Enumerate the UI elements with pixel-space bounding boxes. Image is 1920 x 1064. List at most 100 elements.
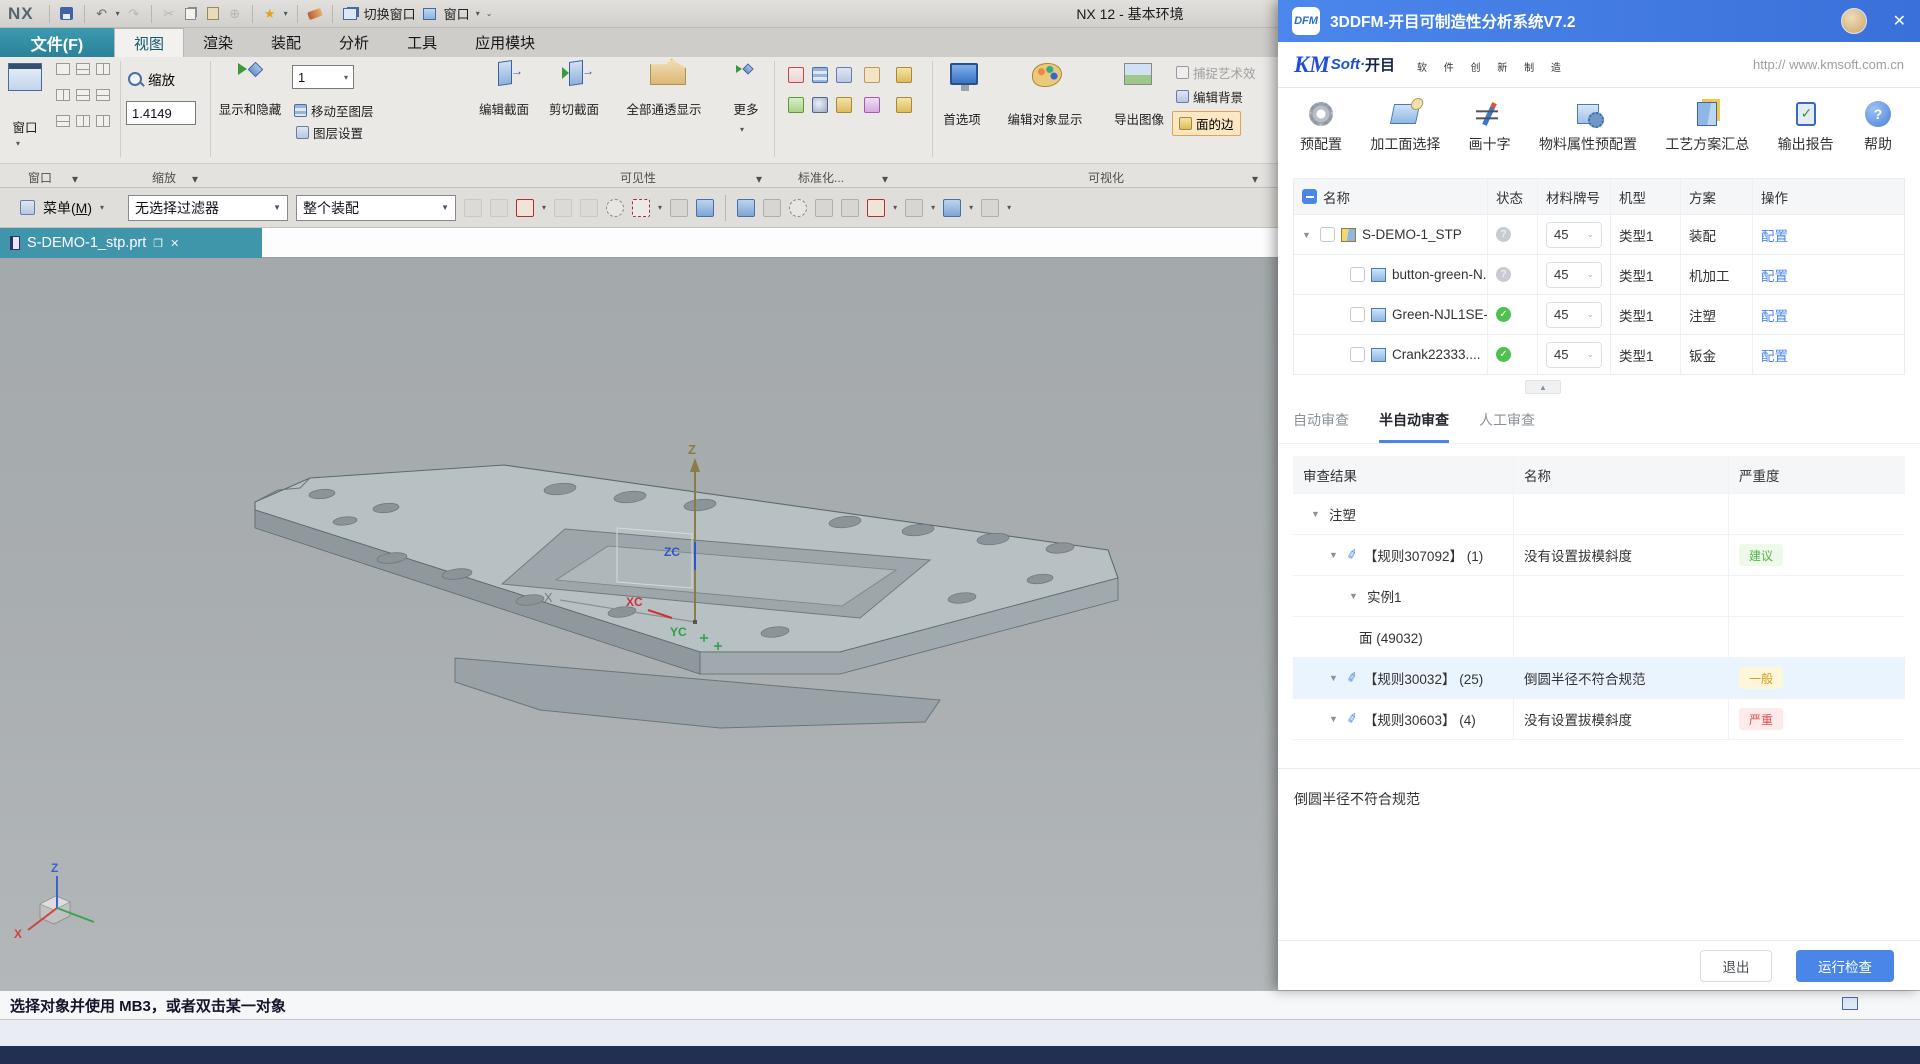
component-group-icon[interactable] (896, 97, 912, 113)
tool-output-report[interactable]: 输出报告 (1778, 99, 1834, 154)
window-layout-button[interactable] (8, 63, 42, 91)
snap-caret-icon[interactable]: ▾ (542, 203, 546, 212)
show-hide-button[interactable]: 显示和隐藏 (208, 99, 292, 118)
save-icon[interactable] (59, 6, 75, 22)
expand-caret-icon[interactable]: ▼ (1349, 591, 1361, 601)
edit-section-button[interactable]: 编辑截面 (470, 99, 538, 118)
group-window-caret-icon[interactable]: ▾ (72, 172, 78, 186)
expand-caret-icon[interactable]: ▼ (1302, 230, 1314, 240)
edit-style-icon[interactable] (864, 97, 880, 113)
tool-help[interactable]: ?帮助 (1862, 99, 1894, 154)
group-standard-caret-icon[interactable]: ▾ (882, 172, 888, 186)
more-caret-icon[interactable]: ▾ (740, 121, 744, 135)
ribbon-tab-application[interactable]: 应用模块 (456, 28, 554, 57)
clip-caret-icon[interactable]: ▾ (1007, 203, 1011, 212)
layout-icon[interactable] (76, 115, 90, 127)
render-style-icon[interactable] (905, 199, 923, 217)
redo-icon[interactable]: ↷ (126, 6, 142, 22)
quickbar-overflow-icon[interactable]: ⌄ (486, 9, 493, 18)
switch-window-icon[interactable] (342, 6, 358, 22)
layout-icon[interactable] (56, 115, 70, 127)
pan-icon[interactable] (763, 199, 781, 217)
rotate-view-icon[interactable] (789, 199, 807, 217)
layout-icon[interactable] (96, 89, 110, 101)
layer-settings-button[interactable]: 图层设置 (296, 123, 363, 142)
table-row[interactable]: Crank22333.... 45⌄ 类型1 钣金 配置 (1294, 335, 1904, 375)
exit-button[interactable]: 退出 (1700, 950, 1772, 982)
ribbon-tab-assembly[interactable]: 装配 (252, 28, 320, 57)
status-monitor-icon[interactable] (1842, 997, 1858, 1010)
grid-icon[interactable] (836, 67, 852, 83)
layer-visible-icon[interactable] (812, 67, 828, 83)
selection-prev-icon[interactable] (490, 199, 508, 217)
more-button[interactable]: 更多 (724, 99, 768, 118)
export-image-icon[interactable] (1124, 63, 1152, 85)
material-select[interactable]: 45⌄ (1546, 342, 1602, 368)
expand-caret-icon[interactable]: ▼ (1311, 509, 1323, 519)
part-tab[interactable]: S-DEMO-1_stp.prt ❐ ✕ (0, 228, 262, 258)
object-icon[interactable] (836, 97, 852, 113)
material-select[interactable]: 45⌄ (1546, 302, 1602, 328)
paste-icon[interactable] (205, 6, 221, 22)
result-row-selected[interactable]: ▼✐【规则30032】 (25) 倒圆半径不符合规范 一般 (1293, 658, 1905, 699)
clip-section-icon[interactable] (562, 61, 583, 85)
select-all-checkbox[interactable] (1302, 189, 1317, 204)
expand-caret-icon[interactable]: ▼ (1329, 550, 1341, 560)
view-cube-caret-icon[interactable]: ▾ (969, 203, 973, 212)
edit-section-icon[interactable] (498, 61, 512, 85)
shaded-cube-icon[interactable] (696, 199, 714, 217)
row-checkbox[interactable] (1350, 347, 1365, 362)
result-row[interactable]: ▼✐【规则307092】 (1) 没有设置拔模斜度 建议 (1293, 535, 1905, 576)
close-tab-icon[interactable]: ✕ (170, 237, 179, 250)
ribbon-tab-view[interactable]: 视图 (114, 28, 184, 57)
brush-icon[interactable] (307, 6, 323, 22)
window-caret-icon[interactable]: ▾ (16, 135, 20, 149)
restore-window-icon[interactable]: ❐ (153, 237, 163, 250)
switch-window-button[interactable]: 切换窗口 (364, 4, 416, 23)
selection-filter-select[interactable]: 无选择过滤器▼ (128, 195, 288, 221)
rotate-point-icon[interactable] (554, 199, 572, 217)
cut-icon[interactable]: ✂ (161, 6, 177, 22)
tool-preconfig[interactable]: 预配置 (1300, 99, 1342, 154)
brush-face-icon[interactable] (815, 199, 833, 217)
layer-select[interactable]: 1▾ (292, 65, 354, 89)
style-caret-icon[interactable]: ▾ (284, 9, 288, 18)
show-hide-icon[interactable] (238, 63, 261, 75)
fit-view-icon[interactable] (788, 67, 804, 83)
more-icon[interactable] (736, 65, 752, 73)
menu-caret-icon[interactable]: ▾ (100, 203, 104, 212)
highlight-related-icon[interactable] (464, 199, 482, 217)
show-through-icon[interactable] (650, 59, 686, 85)
note-icon[interactable] (864, 67, 880, 83)
layout-icon[interactable] (76, 89, 90, 101)
row-checkbox[interactable] (1350, 267, 1365, 282)
zoom-value-input[interactable] (126, 101, 196, 125)
layout-icon[interactable] (56, 63, 70, 75)
material-select[interactable]: 45⌄ (1546, 222, 1602, 248)
expand-caret-icon[interactable]: ▼ (1329, 673, 1341, 683)
snap-point-icon[interactable] (516, 199, 534, 217)
window-icon[interactable] (422, 6, 438, 22)
table-row[interactable]: button-green-N... 45⌄ 类型1 机加工 配置 (1294, 255, 1904, 295)
capture-art-button[interactable]: 捕捉艺术效 (1176, 63, 1256, 82)
inspect-icon[interactable] (812, 97, 828, 113)
ribbon-tab-analysis[interactable]: 分析 (320, 28, 388, 57)
table-row[interactable]: Green-NJL1SE-4... 45⌄ 类型1 注塑 配置 (1294, 295, 1904, 335)
layout-icon[interactable] (96, 63, 110, 75)
panel-close-icon[interactable]: ✕ (1893, 11, 1906, 31)
tab-semi-auto-review[interactable]: 半自动审查 (1379, 410, 1449, 443)
tab-auto-review[interactable]: 自动审查 (1293, 410, 1349, 443)
component-icon[interactable] (896, 67, 912, 83)
tool-face-select[interactable]: 加工面选择 (1370, 99, 1440, 154)
tool-process-summary[interactable]: 工艺方案汇总 (1665, 99, 1749, 154)
view-cube-icon[interactable] (943, 199, 961, 217)
sheet-icon[interactable] (841, 199, 859, 217)
rect-select-caret-icon[interactable]: ▾ (658, 203, 662, 212)
row-checkbox[interactable] (1350, 307, 1365, 322)
menu-button[interactable]: 菜单(M) (43, 198, 92, 218)
preferences-icon[interactable] (950, 63, 978, 85)
style-icon[interactable]: ★ (262, 6, 278, 22)
edit-object-display-icon[interactable] (1032, 63, 1062, 87)
point-capture-icon[interactable] (606, 199, 624, 217)
configure-link[interactable]: 配置 (1761, 225, 1788, 245)
